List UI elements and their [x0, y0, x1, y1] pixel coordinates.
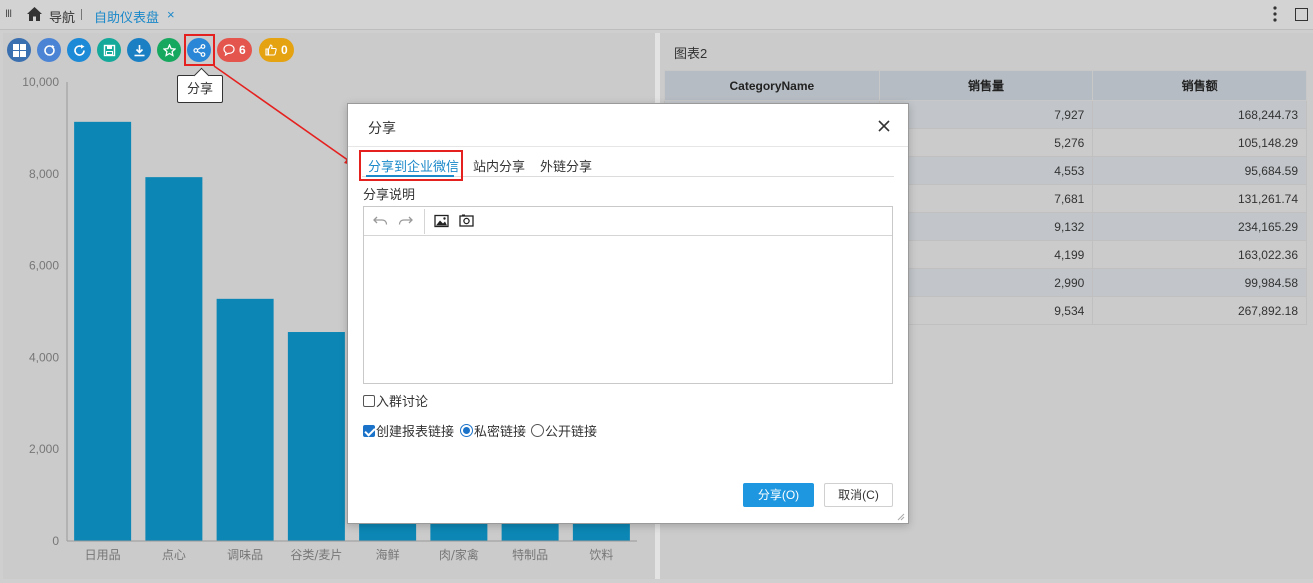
join-group-option[interactable]: 入群讨论: [363, 391, 428, 410]
share-description-label: 分享说明: [363, 187, 416, 202]
layout-button[interactable]: [7, 38, 31, 62]
table-cell: 4,199: [878, 240, 1094, 269]
x-tick-label: 日用品: [85, 548, 121, 562]
home-icon[interactable]: [26, 6, 43, 22]
top-tab-bar: III 导航 自助仪表盘 ×: [0, 0, 1313, 30]
create-link-option[interactable]: 创建报表链接: [363, 421, 454, 440]
thumbs-up-icon: [265, 44, 277, 56]
cancel-button[interactable]: 取消(C): [824, 483, 893, 507]
editor-toolbar: [364, 207, 892, 236]
share-submit-button[interactable]: 分享(O): [743, 483, 814, 507]
table-cell: 5,276: [878, 128, 1094, 157]
x-tick-label: 点心: [162, 548, 186, 562]
table-header-row: CategoryName 销售量 销售额: [664, 70, 1307, 101]
tab-dashboard[interactable]: 自助仪表盘: [94, 7, 159, 26]
resize-handle-icon[interactable]: [895, 511, 905, 521]
table-cell: 131,261.74: [1092, 184, 1307, 213]
y-tick-label: 10,000: [22, 75, 59, 89]
favorite-button[interactable]: [157, 38, 181, 62]
share-dialog: 分享 分享到企业微信 站内分享 外链分享 分享说明 入群讨论 创建报表链接 私密…: [347, 103, 909, 524]
screenshot-icon[interactable]: [459, 214, 474, 228]
public-link-label: 公开链接: [545, 424, 598, 439]
x-tick-label: 肉/家禽: [439, 547, 479, 562]
table-title: 图表2: [674, 46, 708, 61]
private-link-label: 私密链接: [474, 424, 527, 439]
sidebar-toggle-icon[interactable]: III: [5, 8, 12, 20]
comment-icon: [223, 44, 235, 56]
y-tick-label: 0: [52, 534, 59, 548]
join-group-checkbox[interactable]: [363, 394, 375, 407]
y-tick-label: 2,000: [29, 442, 59, 456]
table-cell: 168,244.73: [1092, 100, 1307, 129]
column-header[interactable]: 销售额: [1092, 70, 1307, 101]
x-tick-label: 海鲜: [376, 547, 400, 562]
y-tick-label: 8,000: [29, 167, 59, 181]
tab-separator: [81, 9, 82, 20]
maximize-icon[interactable]: [1295, 8, 1308, 21]
comments-button[interactable]: 6: [217, 38, 252, 62]
refresh-data-button[interactable]: [37, 38, 61, 62]
private-link-radio[interactable]: [460, 424, 473, 437]
likes-button[interactable]: 0: [259, 38, 294, 62]
x-tick-label: 饮料: [589, 548, 613, 562]
table-cell: 7,927: [878, 100, 1094, 129]
x-tick-label: 特制品: [512, 547, 548, 562]
table-cell: 99,984.58: [1092, 268, 1307, 297]
share-tooltip: 分享: [177, 75, 223, 103]
chart-bar[interactable]: [287, 332, 345, 541]
share-button-highlight: [184, 34, 215, 66]
export-button[interactable]: [127, 38, 151, 62]
column-header[interactable]: 销售量: [878, 70, 1094, 101]
table-cell: 2,990: [878, 268, 1094, 297]
table-cell: 95,684.59: [1092, 156, 1307, 185]
dialog-title: 分享: [368, 120, 396, 136]
sync-icon: [43, 44, 55, 56]
refresh-icon: [73, 44, 85, 56]
table-cell: 9,534: [878, 296, 1094, 325]
private-link-option[interactable]: 私密链接: [460, 421, 526, 440]
column-header[interactable]: CategoryName: [664, 70, 880, 101]
table-cell: 163,022.36: [1092, 240, 1307, 269]
comments-count: 6: [239, 43, 246, 57]
save-button[interactable]: [97, 38, 121, 62]
share-description-editor[interactable]: [363, 206, 893, 384]
table-cell: 9,132: [878, 212, 1094, 241]
grid-icon: [12, 43, 26, 57]
tab-close-icon[interactable]: ×: [167, 7, 175, 22]
x-tick-label: 调味品: [227, 548, 263, 562]
create-link-label: 创建报表链接: [376, 424, 455, 439]
save-icon: [103, 44, 115, 56]
table-cell: 4,553: [878, 156, 1094, 185]
chart-bar[interactable]: [74, 121, 132, 542]
y-tick-label: 4,000: [29, 350, 59, 364]
close-icon[interactable]: [876, 118, 892, 134]
table-cell: 7,681: [878, 184, 1094, 213]
likes-count: 0: [281, 43, 288, 57]
y-tick-label: 6,000: [29, 259, 59, 273]
public-link-option[interactable]: 公开链接: [531, 421, 597, 440]
join-group-label: 入群讨论: [376, 394, 429, 409]
toolbar-separator: [424, 209, 425, 234]
star-icon: [162, 43, 176, 57]
image-icon[interactable]: [434, 214, 449, 228]
public-link-radio[interactable]: [531, 424, 544, 437]
redo-icon[interactable]: [398, 214, 413, 228]
tab-highlight: [359, 150, 463, 181]
more-vertical-icon[interactable]: [1271, 4, 1279, 24]
dialog-divider: [348, 146, 908, 147]
chart-bar[interactable]: [216, 298, 274, 541]
nav-tab-label[interactable]: 导航: [49, 7, 75, 26]
table-cell: 105,148.29: [1092, 128, 1307, 157]
table-cell: 267,892.18: [1092, 296, 1307, 325]
tab-external-link-share[interactable]: 外链分享: [540, 156, 592, 175]
reload-button[interactable]: [67, 38, 91, 62]
table-cell: 234,165.29: [1092, 212, 1307, 241]
create-link-checkbox[interactable]: [363, 424, 375, 437]
download-icon: [134, 44, 144, 56]
undo-icon[interactable]: [373, 214, 388, 228]
chart-bar[interactable]: [145, 177, 203, 541]
x-tick-label: 谷类/麦片: [290, 548, 342, 562]
tab-internal-share[interactable]: 站内分享: [473, 156, 525, 175]
